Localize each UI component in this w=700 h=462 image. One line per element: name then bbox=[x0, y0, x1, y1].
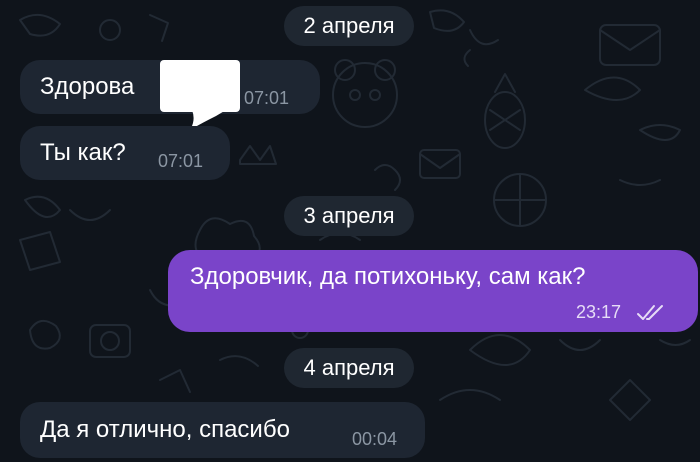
incoming-message-bubble[interactable]: Да я отлично, спасибо 00:04 bbox=[20, 402, 425, 458]
message-text: Здорова bbox=[40, 73, 135, 100]
double-check-icon bbox=[637, 305, 663, 320]
message-time: 23:17 bbox=[576, 302, 622, 322]
chat-area[interactable]: 2 апреля Здорова 07:01 Ты как? 07:01 3 а… bbox=[0, 0, 700, 462]
message-text: Да я отлично, спасибо bbox=[40, 416, 290, 443]
incoming-message-bubble[interactable]: Ты как? 07:01 bbox=[20, 126, 230, 180]
message-time: 00:04 bbox=[352, 429, 398, 449]
date-separator: 4 апреля bbox=[284, 348, 414, 388]
message-time: 07:01 bbox=[158, 151, 204, 171]
message-text: Ты как? bbox=[40, 139, 126, 166]
date-separator: 2 апреля bbox=[284, 6, 414, 46]
message-text: Здоровчик, да потихоньку, сам как? bbox=[190, 263, 586, 290]
date-separator: 3 апреля bbox=[284, 196, 414, 236]
redaction-block bbox=[160, 60, 240, 112]
message-time: 07:01 bbox=[244, 88, 290, 108]
incoming-message-bubble[interactable]: Здорова 07:01 bbox=[20, 60, 320, 130]
outgoing-message-bubble[interactable]: Здоровчик, да потихоньку, сам как? 23:17 bbox=[168, 250, 698, 332]
